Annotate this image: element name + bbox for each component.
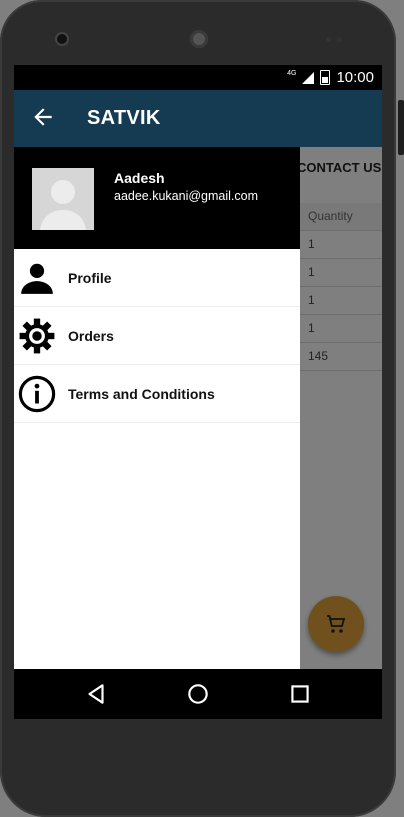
drawer-item-label: Terms and Conditions [68, 386, 215, 402]
signal-icon [302, 71, 315, 84]
avatar-placeholder-icon [32, 168, 94, 230]
person-icon [21, 263, 53, 294]
status-bar: 4G 10:00 [14, 65, 382, 90]
arrow-back-icon[interactable] [30, 104, 56, 130]
app-title: SATVIK [87, 107, 161, 129]
power-button[interactable] [398, 100, 404, 155]
home-nav-icon[interactable] [185, 681, 211, 707]
drawer-item-orders[interactable]: Orders [14, 307, 300, 365]
drawer-item-label: Profile [68, 270, 112, 286]
sensor [337, 37, 342, 42]
battery-icon [320, 70, 331, 85]
speaker [190, 30, 208, 48]
screen: 4G 10:00 SATVIK CONTACT US Quantity 1 1 … [14, 65, 382, 719]
gear-icon [19, 318, 55, 354]
user-email: aadee.kukani@gmail.com [114, 189, 259, 203]
drawer-header: Aadesh aadee.kukani@gmail.com [14, 147, 300, 249]
front-camera [57, 34, 67, 44]
back-nav-icon[interactable] [83, 681, 109, 707]
drawer-item-profile[interactable]: Profile [14, 249, 300, 307]
device-frame: 4G 10:00 SATVIK CONTACT US Quantity 1 1 … [0, 0, 404, 817]
sensor [326, 37, 331, 42]
clock: 10:00 [336, 69, 374, 86]
drawer-item-terms[interactable]: Terms and Conditions [14, 365, 300, 423]
app-toolbar: SATVIK [14, 90, 382, 147]
drawer-item-label: Orders [68, 328, 114, 344]
recents-nav-icon[interactable] [287, 681, 313, 707]
avatar[interactable] [32, 168, 94, 230]
info-icon [18, 375, 56, 413]
user-name: Aadesh [114, 170, 165, 186]
network-type: 4G [287, 70, 297, 77]
system-nav-bar [14, 669, 382, 719]
navigation-drawer: Aadesh aadee.kukani@gmail.com Profile Or… [14, 147, 300, 719]
